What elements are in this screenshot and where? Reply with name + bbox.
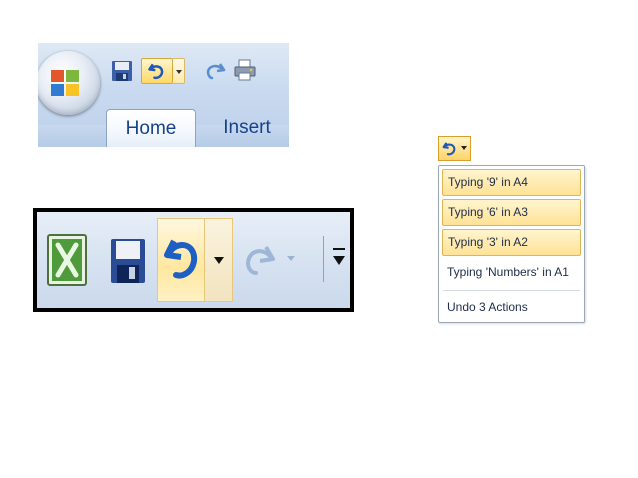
undo-list-item[interactable]: Typing '3' in A2	[442, 229, 581, 256]
list-divider	[443, 290, 580, 291]
redo-dropdown-icon[interactable]	[287, 256, 295, 261]
undo-list-item[interactable]: Typing '9' in A4	[442, 169, 581, 196]
customize-toolbar-button[interactable]	[332, 242, 346, 278]
excel-app-button[interactable]	[45, 229, 89, 291]
undo-icon	[442, 142, 456, 156]
redo-button[interactable]	[242, 229, 278, 291]
undo-button[interactable]	[141, 58, 173, 84]
office-logo-icon	[51, 70, 79, 96]
toolbar-separator	[323, 236, 324, 282]
undo-count-label: Undo 3 Actions	[447, 300, 528, 314]
undo-list-item[interactable]: Typing '6' in A3	[442, 199, 581, 226]
tab-home[interactable]: Home	[106, 109, 196, 147]
office-button[interactable]	[38, 51, 100, 115]
excel-icon	[47, 234, 87, 286]
redo-button[interactable]	[203, 59, 227, 83]
tab-insert[interactable]: Insert	[208, 109, 286, 147]
undo-dropdown-button[interactable]	[173, 58, 185, 84]
undo-history-list: Typing '9' in A4 Typing '6' in A3 Typing…	[438, 165, 585, 323]
excel-quick-access-toolbar	[33, 208, 354, 312]
undo-icon	[164, 239, 198, 279]
save-button[interactable]	[109, 229, 147, 291]
customize-toolbar-icon	[333, 248, 345, 250]
save-icon	[111, 239, 145, 283]
redo-icon	[245, 245, 275, 275]
undo-icon	[148, 63, 164, 80]
save-button[interactable]	[110, 59, 134, 83]
undo-button[interactable]	[157, 218, 205, 302]
redo-icon	[206, 63, 226, 80]
dropdown-icon	[214, 257, 224, 264]
ribbon-header: Home Insert	[38, 43, 289, 147]
undo-list-item[interactable]: Typing 'Numbers' in A1	[442, 259, 581, 286]
save-icon	[112, 61, 132, 81]
quick-print-icon	[234, 59, 256, 81]
quick-print-button[interactable]	[233, 58, 257, 82]
toolbar-body	[37, 212, 350, 308]
dropdown-icon	[176, 70, 182, 74]
undo-dropdown-button[interactable]	[205, 218, 233, 302]
dropdown-icon	[461, 146, 467, 150]
undo-split-button[interactable]	[438, 136, 471, 161]
